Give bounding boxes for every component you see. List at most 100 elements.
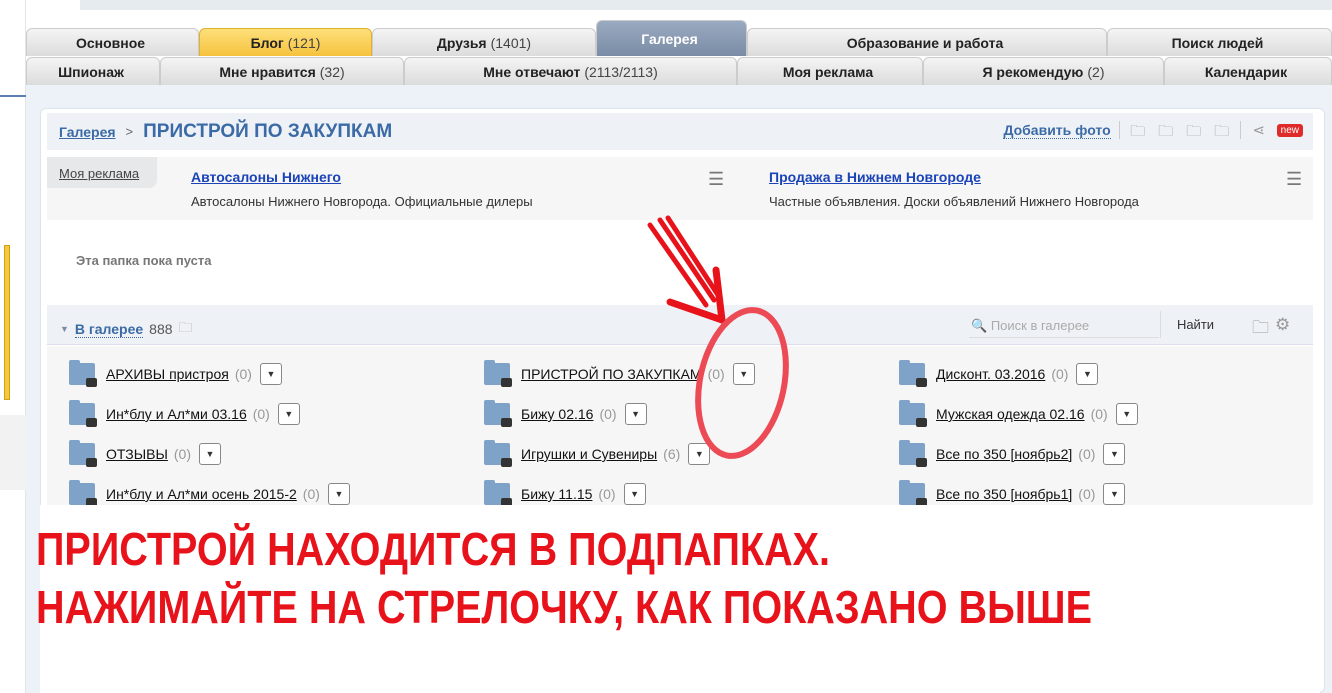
subfolder-dropdown-button[interactable]: ▼ <box>1076 363 1099 385</box>
folder-name[interactable]: Ин*блу и Ал*ми 03.16 <box>106 406 247 422</box>
folder-count: (0) <box>302 486 320 502</box>
folder-item: ОТЗЫВЫ (0) ▼ <box>69 440 221 467</box>
ad-desc: Частные объявления. Доски объявлений Ниж… <box>769 194 1139 209</box>
new-folder-icon[interactable]: 🗀 <box>1128 121 1148 140</box>
folder-name[interactable]: ОТЗЫВЫ <box>106 446 168 462</box>
folder-item: Все по 350 [ноябрь1] (0) ▼ <box>899 480 1126 507</box>
folder-camera-icon[interactable] <box>899 440 927 467</box>
tab-gallery[interactable]: Галерея <box>596 20 747 56</box>
breadcrumb-gallery[interactable]: Галерея <box>59 124 116 140</box>
folder-name[interactable]: Ин*блу и Ал*ми осень 2015-2 <box>106 486 297 502</box>
gallery-bar: ▼ В галерее 888 🗀 🔍 Поиск в галерее Найти 🗀… <box>47 305 1313 345</box>
subfolder-dropdown-button[interactable]: ▼ <box>1115 403 1138 425</box>
folder-name[interactable]: ПРИСТРОЙ ПО ЗАКУПКАМ <box>521 366 702 382</box>
folder-count: (0) <box>173 446 191 462</box>
collapse-icon[interactable]: ▼ <box>60 324 69 334</box>
empty-folder-text: Эта папка пока пуста <box>76 253 212 268</box>
tab-education[interactable]: Образование и работа <box>747 28 1107 56</box>
edit-folder-icon[interactable]: 🗀 <box>1212 121 1232 140</box>
share-folder-icon[interactable]: ⋖ <box>1249 121 1269 139</box>
folder-item: Бижу 11.15 (0) ▼ <box>484 480 646 507</box>
folder-item: Ин*блу и Ал*ми осень 2015-2 (0) ▼ <box>69 480 350 507</box>
tab-main[interactable]: Основное <box>26 28 199 56</box>
folder-camera-icon[interactable] <box>69 480 97 507</box>
folder-camera-icon[interactable] <box>69 360 97 387</box>
tab-people-search[interactable]: Поиск людей <box>1107 28 1332 56</box>
folder-item: Игрушки и Сувениры (6) ▼ <box>484 440 711 467</box>
folder-item: ПРИСТРОЙ ПО ЗАКУПКАМ (0) ▼ <box>484 360 755 387</box>
ad-title[interactable]: Автосалоны Нижнего <box>191 169 533 185</box>
folder-name[interactable]: Все по 350 [ноябрь1] <box>936 486 1072 502</box>
tabs-row-2: Шпионаж Мне нравится (32) Мне отвечают (21… <box>26 57 1332 85</box>
folder-name[interactable]: Бижу 11.15 <box>521 486 592 502</box>
subfolder-dropdown-button[interactable]: ▼ <box>624 403 647 425</box>
subfolder-dropdown-button[interactable]: ▼ <box>259 363 282 385</box>
gear-icon[interactable]: ⚙ <box>1275 315 1290 344</box>
subfolder-dropdown-button[interactable]: ▼ <box>277 403 300 425</box>
folder-count: (0) <box>252 406 270 422</box>
tab-calendar[interactable]: Календарик <box>1164 57 1332 85</box>
menu-icon[interactable]: ☰ <box>1286 169 1302 190</box>
folder-count: (0) <box>1078 486 1096 502</box>
subfolder-dropdown-button[interactable]: ▼ <box>1103 443 1126 465</box>
subfolder-dropdown-button[interactable]: ▼ <box>623 483 646 505</box>
new-badge: new <box>1276 123 1303 137</box>
folder-name[interactable]: Бижу 02.16 <box>521 406 593 422</box>
annotation-text: ПРИСТРОЙ НАХОДИТСЯ В ПОДПАПКАХ. НАЖИМАЙТ… <box>36 520 1092 636</box>
folder-camera-icon[interactable] <box>484 440 512 467</box>
tab-likes[interactable]: Мне нравится (32) <box>160 57 404 85</box>
folder-item: АРХИВЫ пристроя (0) ▼ <box>69 360 282 387</box>
folder-item: Бижу 02.16 (0) ▼ <box>484 400 647 427</box>
folder-count: (0) <box>234 366 252 382</box>
folder-camera-icon[interactable] <box>484 360 512 387</box>
folder-list: АРХИВЫ пристроя (0) ▼ ПРИСТРОЙ ПО ЗАКУПКАМ (… <box>47 346 1313 507</box>
folder-count: (0) <box>599 406 617 422</box>
folder-name[interactable]: Мужская одежда 02.16 <box>936 406 1085 422</box>
annotation-line-2: НАЖИМАЙТЕ НА СТРЕЛОЧКУ, КАК ПОКАЗАНО ВЫШ… <box>36 581 1092 633</box>
tab-spy[interactable]: Шпионаж <box>26 57 160 85</box>
left-sidebar-fragment <box>0 0 26 693</box>
subfolder-dropdown-button[interactable]: ▼ <box>327 483 350 505</box>
folder-camera-icon[interactable] <box>899 360 927 387</box>
tab-my-ads[interactable]: Моя реклама <box>737 57 923 85</box>
gallery-count: 888 <box>149 321 173 337</box>
folder-camera-icon[interactable] <box>899 400 927 427</box>
subfolder-dropdown-button[interactable]: ▼ <box>199 443 221 465</box>
divider <box>1239 121 1241 139</box>
ad-title[interactable]: Продажа в Нижнем Новгороде <box>769 169 1139 185</box>
folder-camera-icon[interactable] <box>69 400 97 427</box>
folder-count: (0) <box>1078 446 1096 462</box>
add-photo-link[interactable]: Добавить фото <box>1003 122 1111 139</box>
folder-camera-icon[interactable] <box>484 400 512 427</box>
tab-replies[interactable]: Мне отвечают (2113/2113) <box>404 57 737 85</box>
subfolder-dropdown-button[interactable]: ▼ <box>688 443 711 465</box>
tab-blog[interactable]: Блог (121) <box>199 28 372 56</box>
menu-icon[interactable]: ☰ <box>708 169 724 190</box>
folder-name[interactable]: Все по 350 [ноябрь2] <box>936 446 1072 462</box>
upload-folder-icon[interactable]: 🗀 <box>1156 121 1176 140</box>
my-ads-link[interactable]: Моя реклама <box>47 157 157 188</box>
subfolder-dropdown-button[interactable]: ▼ <box>732 363 755 385</box>
folder-name[interactable]: Игрушки и Сувениры <box>521 446 657 462</box>
folder-name[interactable]: АРХИВЫ пристроя <box>106 366 229 382</box>
folder-count: (0) <box>1051 366 1069 382</box>
subfolder-dropdown-button[interactable]: ▼ <box>1103 483 1126 505</box>
folder-camera-icon[interactable] <box>484 480 512 507</box>
folder-item: Ин*блу и Ал*ми 03.16 (0) ▼ <box>69 400 300 427</box>
download-folder-icon[interactable]: 🗀 <box>1184 121 1204 140</box>
in-gallery-link[interactable]: В галерее <box>74 321 144 338</box>
tab-recommend[interactable]: Я рекомендую (2) <box>923 57 1164 85</box>
tab-friends[interactable]: Друзья (1401) <box>372 28 596 56</box>
gallery-search-input[interactable]: 🔍 Поиск в галерее <box>969 313 1159 338</box>
find-button[interactable]: Найти <box>1160 311 1230 338</box>
ads-block: Моя реклама Автосалоны Нижнего Автосалоны… <box>47 157 1313 220</box>
folder-camera-icon[interactable] <box>69 440 97 467</box>
ad-item: Автосалоны Нижнего Автосалоны Нижнего Нов… <box>191 169 533 209</box>
tabs-row-1: Основное Блог (121) Друзья (1401) Галерея … <box>26 20 1332 56</box>
folder-camera-icon[interactable] <box>899 480 927 507</box>
folder-name[interactable]: Дисконт. 03.2016 <box>936 366 1045 382</box>
add-folder-icon[interactable]: 🗀 <box>1252 315 1269 344</box>
folder-count: (0) <box>1090 406 1108 422</box>
breadcrumb-separator: > <box>125 124 134 139</box>
folder-count: (0) <box>598 486 616 502</box>
